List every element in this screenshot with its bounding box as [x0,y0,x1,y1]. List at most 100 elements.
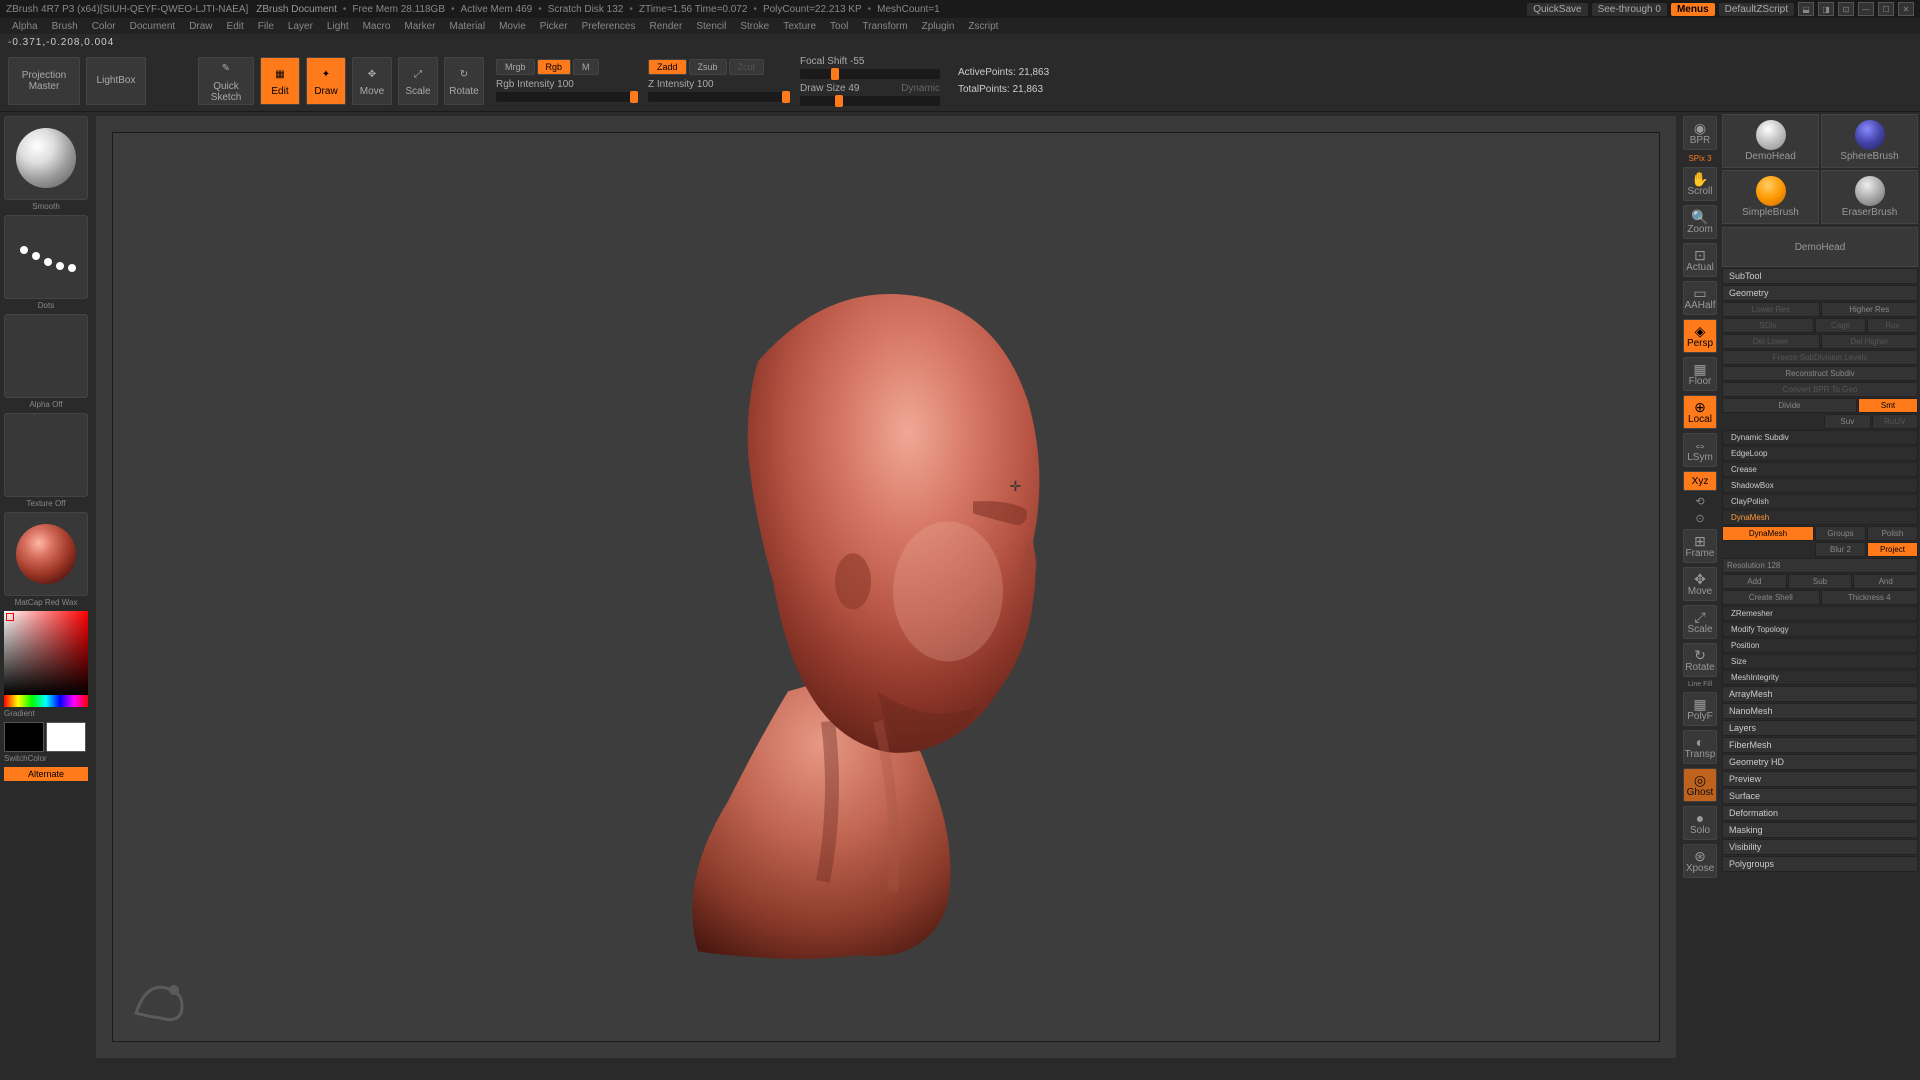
tool-thumb-head[interactable]: DemoHead [1722,114,1819,168]
gradient-label[interactable]: Gradient [4,709,88,718]
divide-button[interactable]: Divide [1722,398,1857,413]
section-layers[interactable]: Layers [1722,720,1918,736]
rgb-button[interactable]: Rgb [537,59,572,75]
menu-material[interactable]: Material [444,21,492,32]
menus-button[interactable]: Menus [1671,3,1715,16]
menu-document[interactable]: Document [124,21,182,32]
switchcolor-button[interactable]: SwitchColor [4,754,88,763]
mrgb-button[interactable]: Mrgb [496,59,535,75]
stroke-selector[interactable] [4,215,88,299]
section-geometryhd[interactable]: Geometry HD [1722,754,1918,770]
project-button[interactable]: Project [1867,542,1918,557]
zoom-button[interactable]: 🔍Zoom [1683,205,1717,239]
section-visibility[interactable]: Visibility [1722,839,1918,855]
projection-master-button[interactable]: Projection Master [8,57,80,105]
rotate-y-icon[interactable]: ⟲ [1695,495,1704,508]
rotate-camera-button[interactable]: ↻Rotate [1683,643,1717,677]
scroll-button[interactable]: ✋Scroll [1683,167,1717,201]
menu-color[interactable]: Color [86,21,122,32]
scale-mode-button[interactable]: ⤢Scale [398,57,438,105]
document-canvas[interactable]: ✛ [112,132,1660,1042]
menu-zscript[interactable]: Zscript [962,21,1004,32]
tool-thumb-sphere[interactable]: SphereBrush [1821,114,1918,168]
menu-macro[interactable]: Macro [357,21,397,32]
floor-button[interactable]: ▦Floor [1683,357,1717,391]
rgb-intensity-slider[interactable]: Rgb Intensity 100 [496,79,636,102]
section-fibermesh[interactable]: FiberMesh [1722,737,1918,753]
lightbox-button[interactable]: LightBox [86,57,146,105]
local-button[interactable]: ⊕Local [1683,395,1717,429]
cage-button[interactable]: Cage [1815,318,1866,333]
z-intensity-slider[interactable]: Z Intensity 100 [648,79,788,102]
create-shell-button[interactable]: Create Shell [1722,590,1820,605]
section-zremesher[interactable]: ZRemesher [1722,606,1918,621]
frame-button[interactable]: ⊞Frame [1683,529,1717,563]
section-surface[interactable]: Surface [1722,788,1918,804]
and-button[interactable]: And [1853,574,1918,589]
add-button[interactable]: Add [1722,574,1787,589]
section-meshintegrity[interactable]: MeshIntegrity [1722,670,1918,685]
menu-alpha[interactable]: Alpha [6,21,44,32]
dynamesh-button[interactable]: DynaMesh [1722,526,1814,541]
quicksave-button[interactable]: QuickSave [1527,3,1587,16]
menu-light[interactable]: Light [321,21,355,32]
menu-edit[interactable]: Edit [221,21,250,32]
texture-selector[interactable] [4,413,88,497]
polyf-button[interactable]: ▦PolyF [1683,692,1717,726]
section-nanomesh[interactable]: NanoMesh [1722,703,1918,719]
window-button-1[interactable]: ⬓ [1798,2,1814,16]
section-deformation[interactable]: Deformation [1722,805,1918,821]
tool-thumb-simple[interactable]: SimpleBrush [1722,170,1819,224]
higher-res-button[interactable]: Higher Res [1821,302,1919,317]
section-masking[interactable]: Masking [1722,822,1918,838]
freeze-subdiv-button[interactable]: Freeze SubDivision Levels [1722,350,1918,365]
suv-button[interactable]: Suv [1824,414,1870,429]
window-button-3[interactable]: ⊡ [1838,2,1854,16]
alpha-selector[interactable] [4,314,88,398]
thickness-slider[interactable]: Thickness 4 [1821,590,1919,605]
tool-thumb-eraser[interactable]: EraserBrush [1821,170,1918,224]
minimize-button[interactable]: — [1858,2,1874,16]
section-arraymesh[interactable]: ArrayMesh [1722,686,1918,702]
xyz-button[interactable]: Xyz [1683,471,1717,491]
focal-shift-slider[interactable]: Focal Shift -55 [800,56,940,79]
blur-slider[interactable]: Blur 2 [1815,542,1866,557]
lsym-button[interactable]: ⇔LSym [1683,433,1717,467]
xpose-button[interactable]: ⊛Xpose [1683,844,1717,878]
menu-movie[interactable]: Movie [493,21,532,32]
close-button[interactable]: ✕ [1898,2,1914,16]
ghost-button[interactable]: ◎Ghost [1683,768,1717,802]
menu-tool[interactable]: Tool [824,21,854,32]
zsub-button[interactable]: Zsub [689,59,727,75]
draw-mode-button[interactable]: ✦Draw [306,57,346,105]
section-size[interactable]: Size [1722,654,1918,669]
aahalf-button[interactable]: ▭AAHalf [1683,281,1717,315]
alternate-button[interactable]: Alternate [4,767,88,781]
lower-res-button[interactable]: Lower Res [1722,302,1820,317]
menu-draw[interactable]: Draw [183,21,218,32]
move-mode-button[interactable]: ✥Move [352,57,392,105]
defaultzscript-button[interactable]: DefaultZScript [1719,3,1794,16]
move-camera-button[interactable]: ✥Move [1683,567,1717,601]
section-claypolish[interactable]: ClayPolish [1722,494,1918,509]
menu-stroke[interactable]: Stroke [734,21,775,32]
menu-transform[interactable]: Transform [856,21,913,32]
spix-label[interactable]: SPix 3 [1688,154,1711,163]
material-selector[interactable] [4,512,88,596]
color-picker[interactable] [4,611,88,707]
del-higher-button[interactable]: Del Higher [1821,334,1919,349]
scale-camera-button[interactable]: ⤢Scale [1683,605,1717,639]
quicksketch-button[interactable]: ✎Quick Sketch [198,57,254,105]
brush-selector[interactable] [4,116,88,200]
menu-file[interactable]: File [252,21,280,32]
section-geometry[interactable]: Geometry [1722,285,1918,301]
resolution-slider[interactable]: Resolution 128 [1722,558,1918,573]
ruv-button[interactable]: Ruv [1867,318,1918,333]
menu-render[interactable]: Render [644,21,689,32]
section-crease[interactable]: Crease [1722,462,1918,477]
window-button-2[interactable]: ◨ [1818,2,1834,16]
menu-preferences[interactable]: Preferences [576,21,642,32]
menu-marker[interactable]: Marker [398,21,441,32]
sub-button[interactable]: Sub [1788,574,1853,589]
canvas-area[interactable]: ✛ [96,116,1676,1058]
